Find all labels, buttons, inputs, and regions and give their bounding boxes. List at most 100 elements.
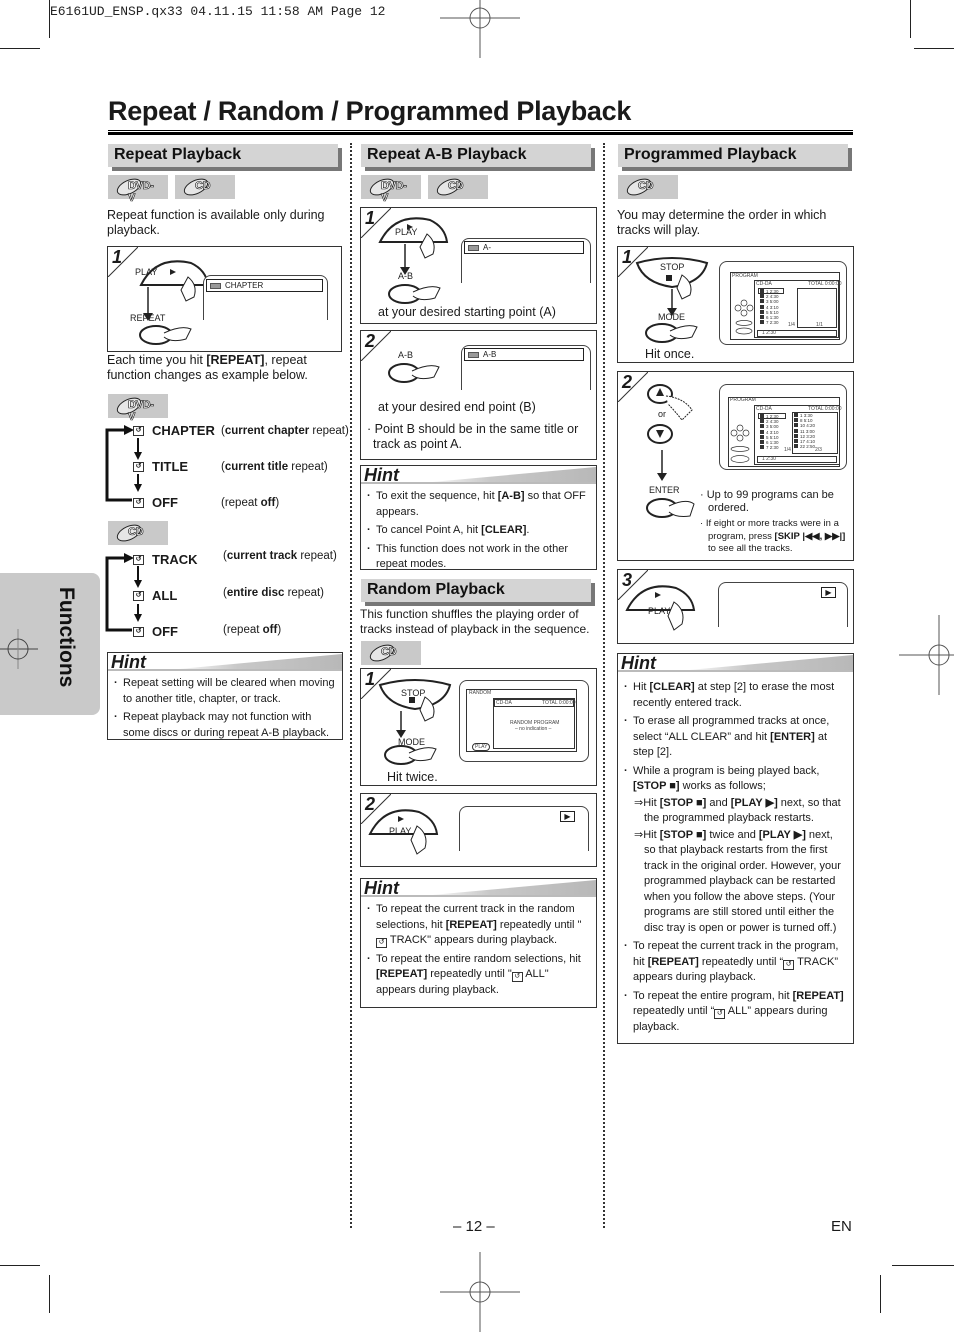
step-number: 2: [622, 372, 633, 392]
step-number: 1: [112, 247, 123, 267]
repeat-icon: ↺: [376, 938, 387, 948]
section-heading-random: Random Playback: [361, 579, 591, 602]
crop-mark: [910, 0, 911, 38]
tv-screen: RANDOM CD-DA TOTAL 0:00:00 RANDOM PROGRA…: [459, 680, 589, 762]
random-step-2: 2 PLAY ▶: [360, 793, 597, 867]
repeat-explanation: Each time you hit [REPEAT], repeat funct…: [107, 353, 308, 382]
remote-cursor-keys-icon: [730, 424, 750, 463]
mode-button-label: MODE: [658, 312, 685, 322]
page-title: Repeat / Random / Programmed Playback: [108, 96, 632, 126]
repeat-icon: [468, 245, 479, 251]
hint-box-ab: Hint To exit the sequence, hit [A-B] so …: [360, 465, 597, 570]
column-divider: [350, 143, 352, 1228]
cycle-desc: (current title repeat): [221, 461, 328, 473]
cycle-desc: (entire disc repeat): [223, 587, 325, 599]
step-number: 1: [365, 208, 376, 228]
hint-item: To repeat the entire random selections, …: [367, 952, 590, 999]
hint-item: To repeat the entire program, hit [REPEA…: [624, 989, 847, 1036]
print-slug: E6161UD_ENSP.qx33 04.11.15 11:58 AM Page…: [50, 4, 386, 19]
mode-button-label: MODE: [398, 737, 425, 747]
hint-box-repeat: Hint Repeat setting will be cleared when…: [107, 652, 343, 740]
cycle-item-title: ↺ TITLE: [133, 459, 188, 474]
step-number: 2: [365, 331, 376, 351]
cycle-item-chapter: ↺ CHAPTER: [133, 423, 215, 438]
hint-title: Hint: [364, 878, 399, 898]
dvd-badge: DVD-V: [108, 175, 168, 204]
crop-mark: [49, 1275, 50, 1313]
ab-button-label: A-B: [398, 271, 414, 281]
hint-title: Hint: [364, 465, 399, 485]
repeat-icon: ↺: [714, 1009, 726, 1019]
cd-badge: CD: [175, 175, 235, 199]
enter-button-label: ENTER: [649, 485, 680, 495]
title-rule: [108, 130, 853, 135]
play-indicator-icon: ▶: [821, 587, 836, 598]
step-caption: at your desired starting point (A): [378, 305, 556, 319]
hint-item: This function does not work in the other…: [367, 542, 590, 573]
repeat-icon: ↺: [133, 461, 144, 472]
cd-badge: CD: [618, 175, 678, 199]
repeat-icon: ↺: [133, 626, 144, 637]
crop-mark: [880, 1275, 881, 1313]
cycle-item-off: ↺ OFF: [133, 495, 178, 510]
hint-item: ⇒Hit [STOP ■] twice and [PLAY ▶] next, s…: [634, 828, 841, 934]
osd-bar: A-B: [464, 348, 584, 361]
crop-mark: [892, 1265, 954, 1266]
play-button-label: PLAY: [389, 826, 412, 836]
step-caption: Hit once.: [645, 347, 695, 361]
repeat-icon: ↺: [133, 425, 144, 436]
play-indicator-icon: ▶: [560, 811, 575, 822]
crop-mark: [0, 48, 40, 49]
remote-cursor-keys-icon: [734, 299, 754, 335]
remote-buttons-illustration: [646, 384, 695, 518]
step-notes: · Up to 99 programs can be ordered. · If…: [700, 489, 850, 556]
cycle-item-off: ↺ OFF: [133, 624, 178, 639]
cycle-desc: (current track repeat): [223, 550, 337, 562]
program-step-3: 3 PLAY ▶: [617, 569, 854, 644]
section-heading-program: Programmed Playback: [618, 144, 848, 167]
stop-button-label: STOP: [660, 262, 685, 272]
repeat-icon: [210, 283, 221, 289]
repeat-icon: [468, 352, 479, 358]
program-step-2: 2 or ENTER PROGRAM CD-DA TOTAL 0:00:00 1…: [617, 371, 854, 561]
play-button-label: PLAY: [395, 227, 418, 237]
step-number: 1: [622, 247, 633, 267]
crop-mark: [0, 1265, 40, 1266]
repeat-button-label: REPEAT: [130, 313, 166, 323]
repeat-icon: ↺: [783, 959, 795, 970]
cycle-desc: (repeat off): [221, 497, 280, 509]
hint-item: ⇒Hit [STOP ■] and [PLAY ▶] next, so that…: [634, 796, 841, 825]
step-caption: Hit twice.: [387, 770, 438, 784]
ab-button-icon: [388, 363, 440, 383]
dvd-badge: DVD-V: [361, 175, 421, 204]
registration-mark-icon: [440, 1252, 520, 1332]
hint-item: Repeat setting will be cleared when movi…: [114, 676, 336, 707]
program-step-1: 1 STOP MODE Hit once. PROGRAM CD-DA TOTA…: [617, 246, 854, 363]
step-number: 1: [365, 669, 376, 689]
osd-bar: CHAPTER: [206, 279, 323, 292]
page-number: – 12 –: [453, 1218, 495, 1235]
random-step-1: 1 STOP MODE Hit twice. RANDOM CD-DA TOTA…: [360, 668, 597, 786]
registration-mark-icon: [440, 0, 520, 58]
hint-item: Repeat playback may not function with so…: [114, 710, 336, 741]
hint-item: To cancel Point A, hit [CLEAR].: [367, 523, 590, 539]
ab-step-1: 1 PLAY A-B A- at your desired starting p…: [360, 207, 597, 324]
step-caption: at your desired end point (B): [378, 400, 536, 414]
track-entry: 7 2:30: [760, 320, 779, 325]
registration-mark-icon: [899, 615, 954, 695]
track-entry: 22 2:50: [794, 444, 815, 449]
random-intro: This function shuffles the playing order…: [360, 607, 590, 636]
step-note: · Up to 99 programs can be ordered.: [700, 489, 834, 514]
hint-title: Hint: [111, 652, 146, 672]
column-divider: [603, 143, 605, 1228]
hint-box-random: Hint To repeat the current track in the …: [360, 878, 597, 1008]
ab-button-label: A-B: [398, 350, 414, 360]
crop-mark: [914, 48, 954, 49]
play-button-label: PLAY: [135, 267, 158, 277]
repeat-icon: ↺: [133, 590, 144, 601]
cycle-desc: (current chapter repeat): [221, 425, 349, 437]
repeat-icon: ↺: [511, 972, 523, 982]
dvd-badge: DVD-V: [108, 394, 168, 423]
hint-item: To repeat the current track in the rando…: [367, 902, 590, 949]
cycle-item-track: ↺ TRACK: [133, 552, 198, 567]
